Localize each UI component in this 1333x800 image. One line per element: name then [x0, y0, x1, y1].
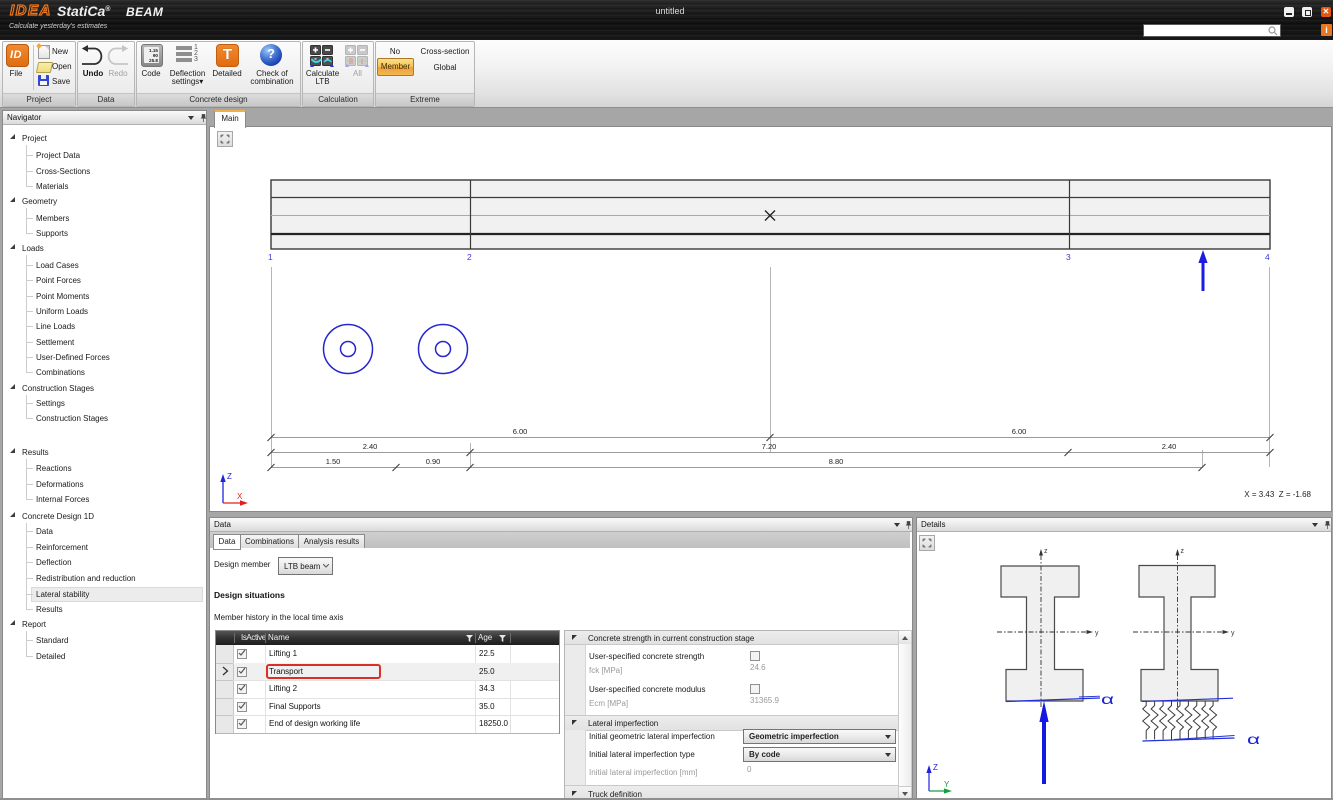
- svg-text:2.40: 2.40: [1162, 442, 1177, 451]
- svg-text:2.40: 2.40: [363, 442, 378, 451]
- svg-text:α: α: [1101, 691, 1114, 707]
- svg-text:y: y: [1231, 630, 1235, 637]
- svg-text:6.00: 6.00: [1012, 427, 1027, 436]
- svg-text:3: 3: [1066, 252, 1071, 262]
- svg-text:7.20: 7.20: [762, 442, 777, 451]
- svg-text:8.80: 8.80: [829, 457, 844, 466]
- svg-text:2: 2: [467, 252, 472, 262]
- svg-text:X: X: [237, 492, 243, 501]
- svg-text:6.00: 6.00: [513, 427, 528, 436]
- svg-text:Y: Y: [944, 780, 950, 789]
- svg-text:z: z: [1181, 548, 1185, 555]
- svg-text:X = 3.43 Z = -1.68: X = 3.43 Z = -1.68: [1244, 490, 1311, 499]
- svg-text:1.50: 1.50: [326, 457, 341, 466]
- svg-text:0.90: 0.90: [426, 457, 441, 466]
- svg-text:Z: Z: [933, 763, 938, 772]
- svg-text:1: 1: [268, 252, 273, 262]
- svg-text:Z: Z: [227, 472, 232, 481]
- svg-text:4: 4: [1265, 252, 1270, 262]
- svg-text:α: α: [1247, 731, 1260, 747]
- svg-text:y: y: [1095, 630, 1099, 637]
- svg-text:z: z: [1044, 548, 1048, 555]
